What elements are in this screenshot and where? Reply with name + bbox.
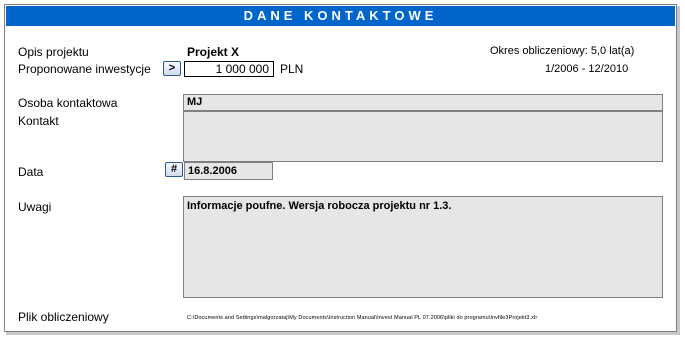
calculation-file-path: C:\Documents and Settings\malgorzataj\My… [187,315,538,321]
frame-shadow [6,332,680,335]
date-field[interactable]: 16.8.2006 [184,162,273,180]
panel-title: DANE KONTAKTOWE [6,6,675,26]
investment-input[interactable]: 1 000 000 [184,61,274,77]
currency-label: PLN [280,62,304,76]
notes-label: Uwagi [18,200,52,214]
frame-shadow [677,6,680,334]
contact-person-label: Osoba kontaktowa [18,96,118,110]
investment-details-button[interactable]: > [163,61,181,76]
contact-person-field[interactable]: MJ [183,94,663,111]
calculation-file-label: Plik obliczeniowy [18,310,109,324]
contact-label: Kontakt [18,114,59,128]
contact-field[interactable] [183,111,663,162]
date-label: Data [18,165,44,179]
investment-label: Proponowane inwestycje [18,62,151,76]
project-name: Projekt X [187,45,240,59]
period-label: Okres obliczeniowy: 5,0 lat(a) [490,45,635,57]
project-description-label: Opis projektu [18,45,89,59]
period-range: 1/2006 - 12/2010 [545,63,629,75]
date-picker-button[interactable]: # [165,162,183,177]
notes-field[interactable]: Informacje poufne. Wersja robocza projek… [183,196,663,298]
